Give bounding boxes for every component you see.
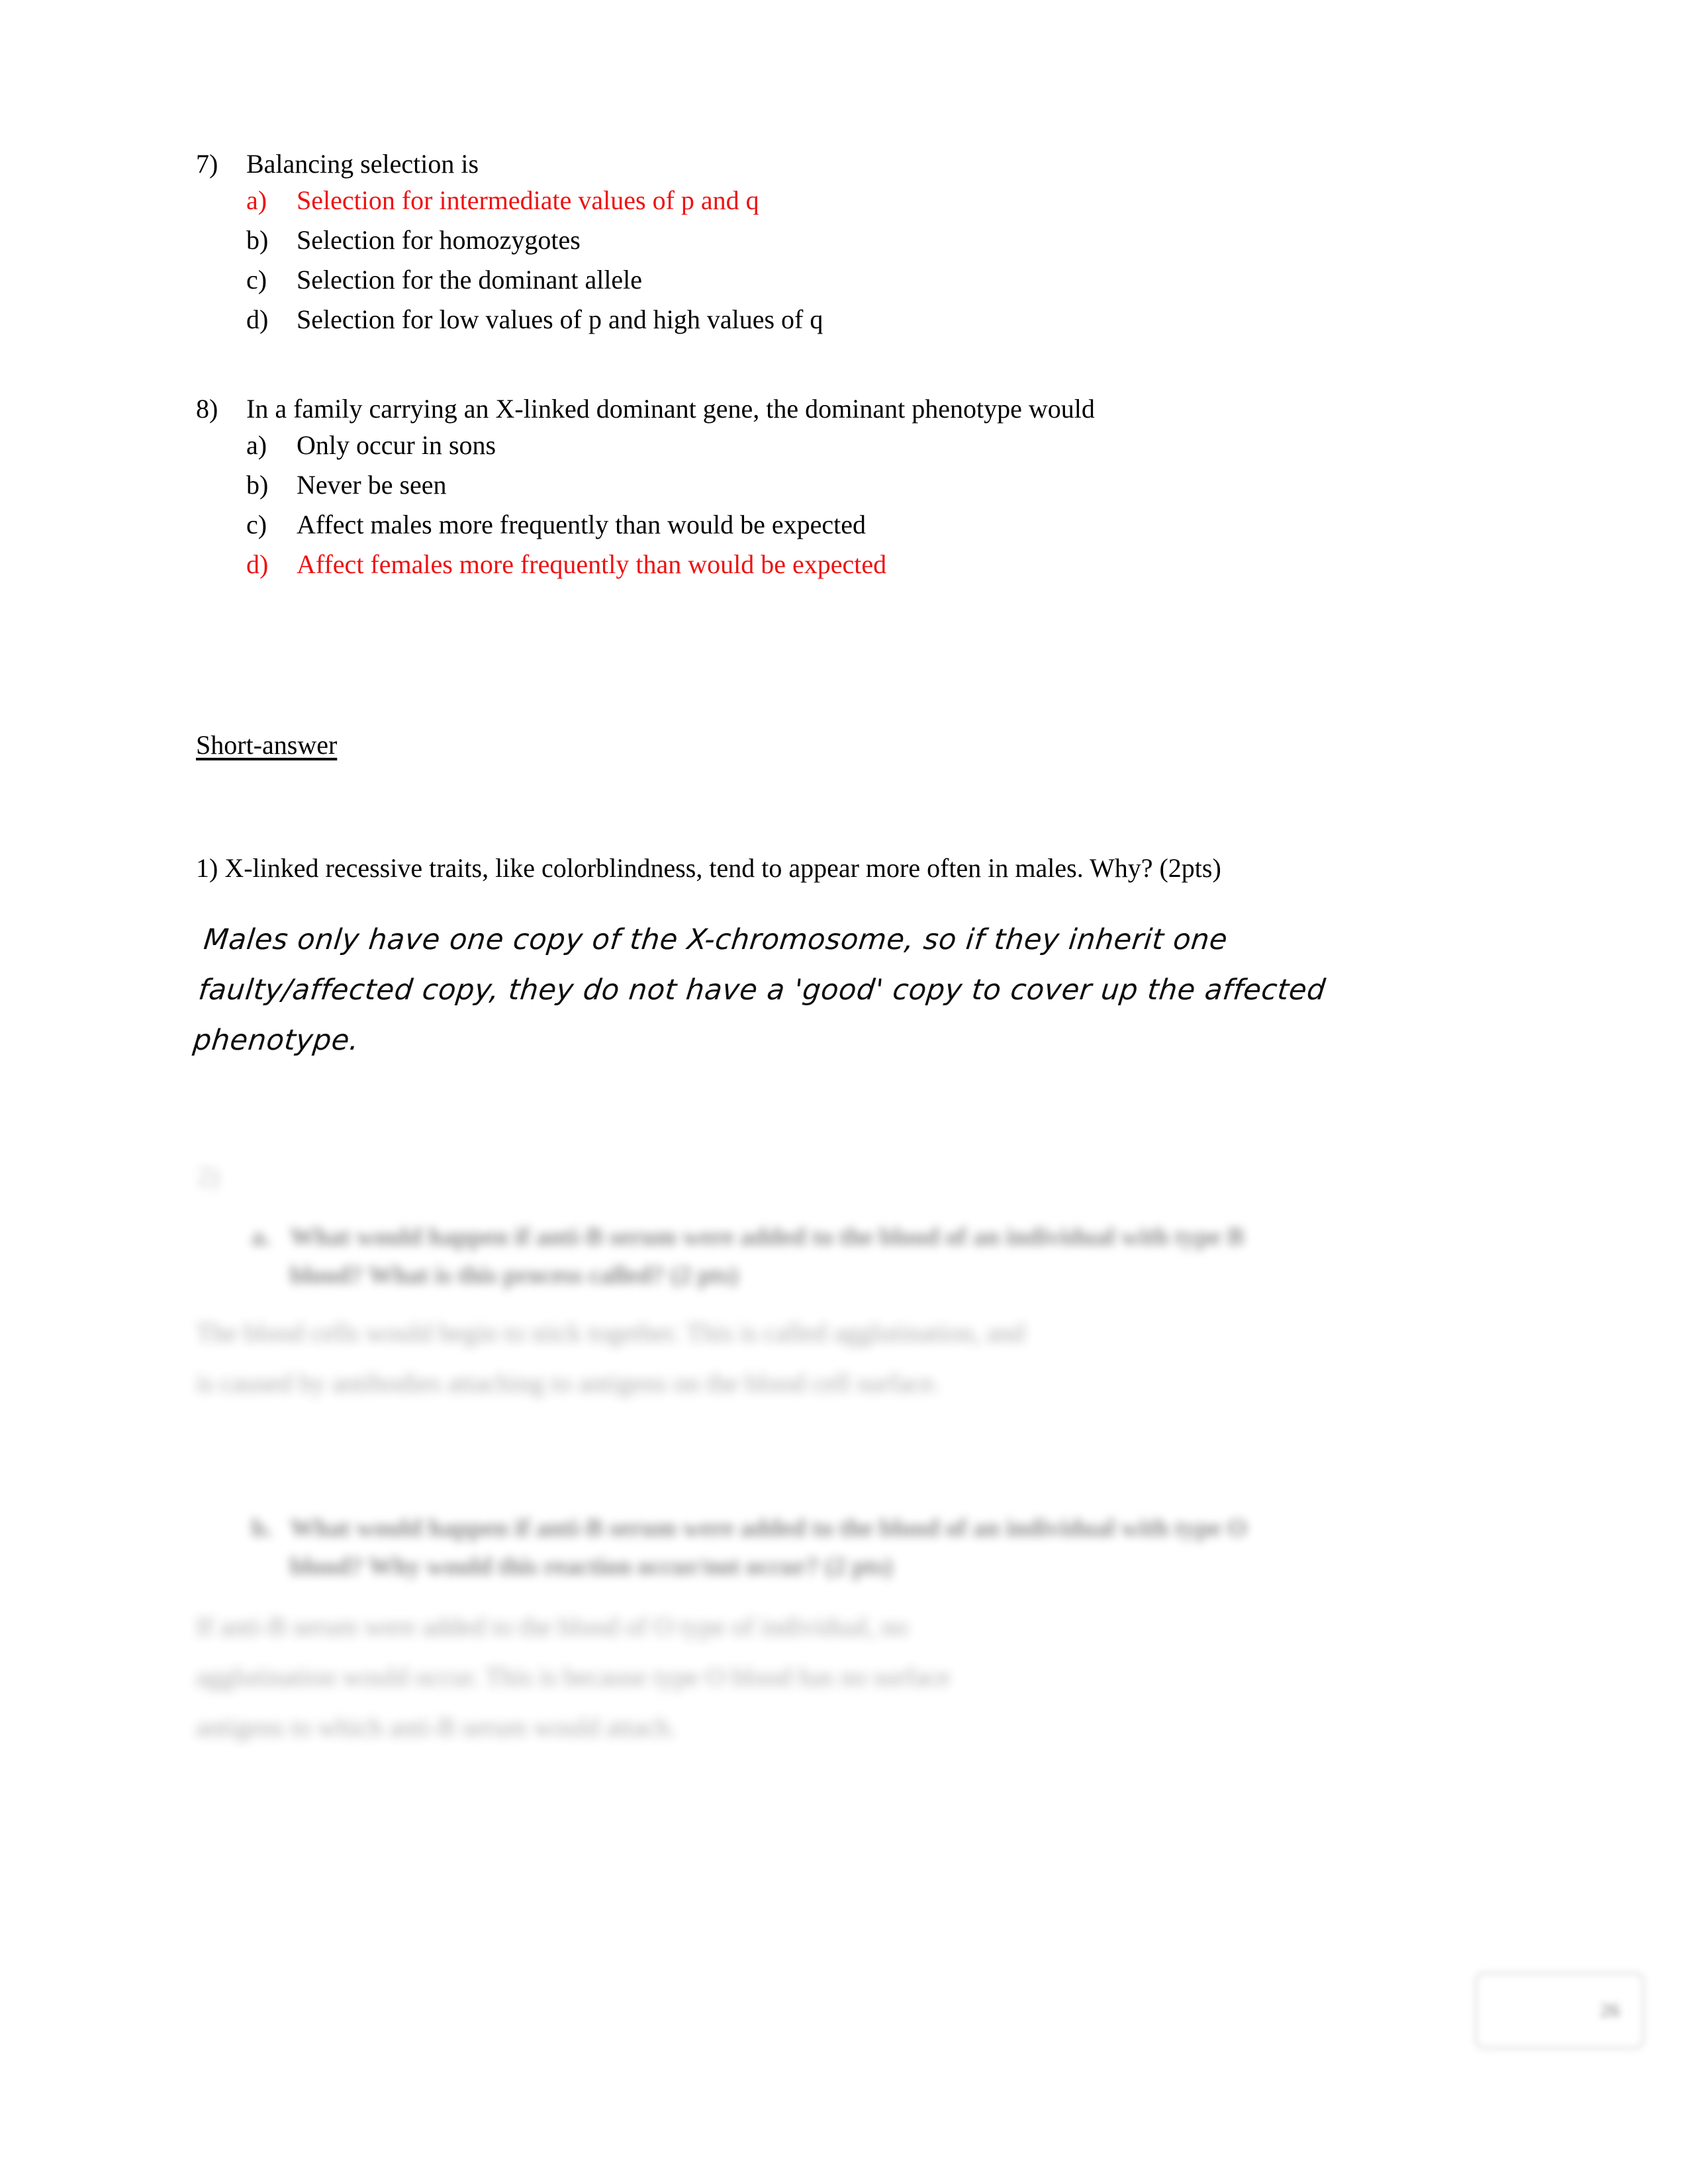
option-text: Selection for low values of p and high v…: [297, 304, 823, 334]
short-answer-question-1: 1) X-linked recessive traits, like color…: [196, 853, 1221, 883]
option-text: Selection for intermediate values of p a…: [297, 185, 759, 215]
handwritten-line: faulty/affected copy, they do not have a…: [197, 974, 1327, 1007]
option-a[interactable]: a) Selection for intermediate values of …: [196, 187, 823, 214]
part-prompt-line: blood? What is this process called? (2 p…: [290, 1261, 739, 1289]
option-marker: c): [246, 265, 267, 295]
question-2-part-a-prompt: a. What would happen if anti-B serum were…: [252, 1218, 1509, 1295]
answer-line: If anti-B serum were added to the blood …: [196, 1612, 908, 1641]
option-marker: d): [246, 304, 269, 334]
handwritten-line: Males only have one copy of the X-chromo…: [202, 923, 1229, 956]
question-stem: 8) In a family carrying an X-linked domi…: [196, 396, 1095, 422]
option-c[interactable]: c) Affect males more frequently than wou…: [196, 512, 1095, 538]
option-text: Selection for homozygotes: [297, 225, 581, 255]
question-2-part-a-answer: The blood cells would begin to stick tog…: [196, 1308, 1493, 1408]
question-number: 8): [196, 394, 218, 424]
question-2-part-b-prompt: b. What would happen if anti-B serum were…: [252, 1509, 1509, 1586]
part-prompt-line: blood? Why would this reaction occur/not…: [290, 1553, 893, 1580]
question-2-part-b-answer: If anti-B serum were added to the blood …: [196, 1602, 1493, 1752]
option-marker: a): [246, 185, 267, 215]
option-text: Only occur in sons: [297, 430, 496, 460]
option-text: Never be seen: [297, 470, 447, 500]
option-marker: b): [246, 225, 269, 255]
option-d[interactable]: d) Affect females more frequently than w…: [196, 551, 1095, 578]
multiple-choice-question-7: 7) Balancing selection is a) Selection f…: [196, 151, 823, 346]
answer-line: agglutination would occur. This is becau…: [196, 1662, 951, 1692]
option-text: Affect females more frequently than woul…: [297, 549, 887, 579]
part-marker: a.: [252, 1223, 271, 1251]
multiple-choice-question-8: 8) In a family carrying an X-linked domi…: [196, 396, 1095, 591]
option-b[interactable]: b) Never be seen: [196, 472, 1095, 498]
option-marker: a): [246, 430, 267, 460]
option-marker: d): [246, 549, 269, 579]
question-stem: 7) Balancing selection is: [196, 151, 823, 177]
option-list: a) Only occur in sons b) Never be seen c…: [196, 432, 1095, 578]
option-d[interactable]: d) Selection for low values of p and hig…: [196, 306, 823, 333]
handwritten-line: phenotype.: [191, 1024, 361, 1057]
option-list: a) Selection for intermediate values of …: [196, 187, 823, 333]
part-marker: b.: [252, 1514, 272, 1542]
handwritten-answer-1: Males only have one copy of the X-chromo…: [191, 915, 1517, 1066]
document-page: 7) Balancing selection is a) Selection f…: [0, 0, 1688, 2184]
question-number: 7): [196, 149, 218, 179]
question-text: Balancing selection is: [246, 149, 479, 179]
option-a[interactable]: a) Only occur in sons: [196, 432, 1095, 459]
option-text: Affect males more frequently than would …: [297, 510, 867, 539]
option-b[interactable]: b) Selection for homozygotes: [196, 227, 823, 253]
question-text: In a family carrying an X-linked dominan…: [246, 394, 1095, 424]
option-marker: c): [246, 510, 267, 539]
option-marker: b): [246, 470, 269, 500]
page-number-badge: 26: [1475, 1972, 1644, 2049]
part-prompt-line: What would happen if anti-B serum were a…: [290, 1223, 1244, 1251]
option-text: Selection for the dominant allele: [297, 265, 643, 295]
answer-line: is caused by antibodies attaching to ant…: [196, 1368, 941, 1398]
short-answer-question-2-number: 2): [197, 1161, 220, 1191]
part-prompt-line: What would happen if anti-B serum were a…: [290, 1514, 1247, 1542]
page-number: 26: [1600, 1999, 1620, 2021]
section-heading-short-answer: Short-answer: [196, 730, 338, 760]
answer-line: antigens to which anti-B serum would att…: [196, 1712, 677, 1742]
option-c[interactable]: c) Selection for the dominant allele: [196, 267, 823, 293]
answer-line: The blood cells would begin to stick tog…: [196, 1318, 1025, 1347]
